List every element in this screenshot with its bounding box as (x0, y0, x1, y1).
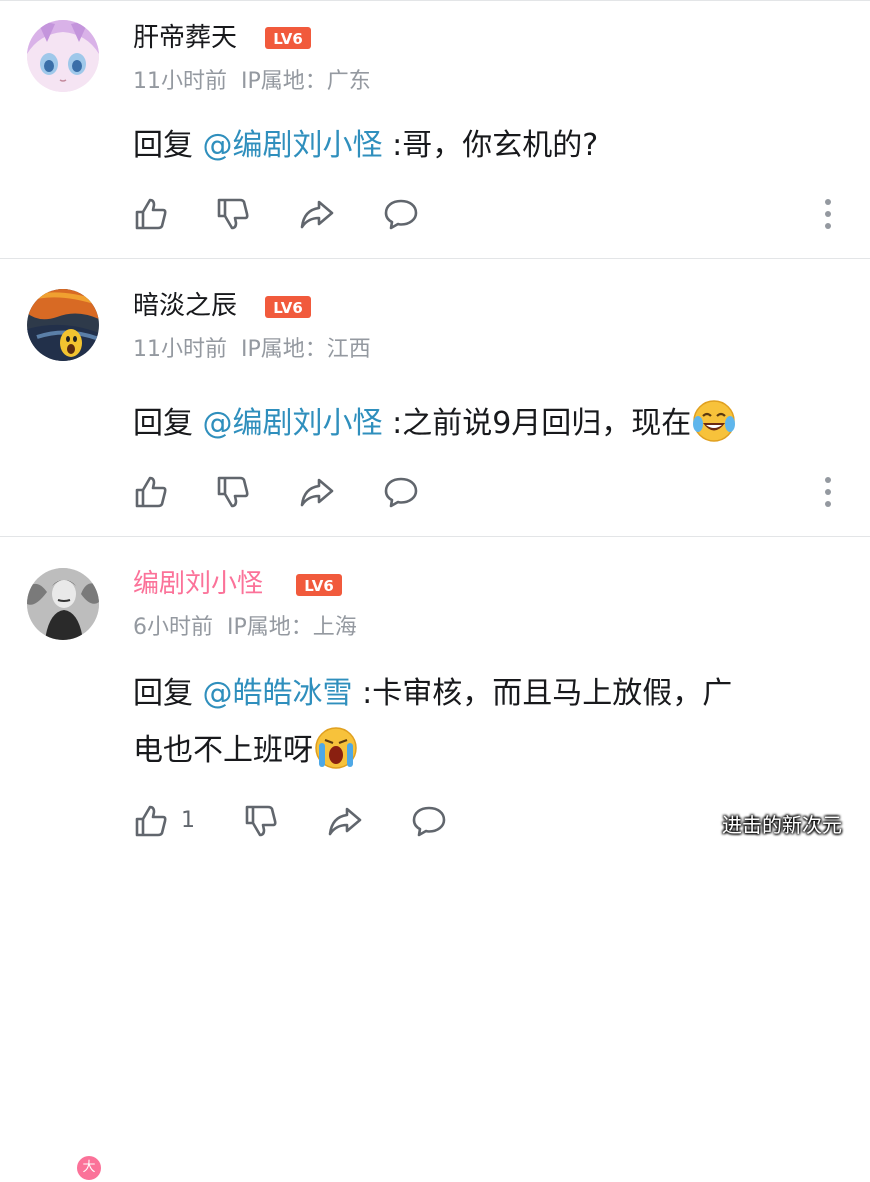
level-text: LV6 (304, 577, 334, 595)
mention-link[interactable]: @编剧刘小怪 (203, 128, 383, 163)
level-text: LV6 (273, 30, 303, 48)
level-badge: LV6 (296, 574, 342, 596)
comment-meta: 11小时前 IP属地：广东 (133, 68, 385, 96)
dislike-button[interactable] (215, 474, 251, 510)
action-bar (133, 474, 833, 510)
mention-link[interactable]: @皓皓冰雪 (203, 676, 353, 711)
reply-icon (412, 806, 446, 837)
like-icon (135, 805, 167, 837)
reply-prefix: 回复 (133, 676, 203, 711)
reply-icon (384, 477, 418, 508)
comment-body: :哥，你玄机的? (382, 128, 599, 163)
like-button[interactable] (133, 196, 169, 232)
share-button[interactable] (299, 196, 335, 232)
more-icon[interactable] (820, 196, 836, 232)
username[interactable]: 暗淡之辰 (133, 290, 237, 322)
laugh-cry-emoji (693, 399, 736, 442)
comment-text: 回复 @皓皓冰雪 :卡审核，而且马上放假，广 (133, 666, 732, 722)
ip-location: IP属地：广东 (241, 69, 371, 94)
comment-time: 6小时前 (133, 615, 213, 640)
dislike-icon (245, 805, 277, 837)
comment-body: :卡审核，而且马上放假，广 (352, 676, 733, 711)
dislike-button[interactable] (215, 196, 251, 232)
share-button[interactable] (299, 474, 335, 510)
dislike-icon (217, 476, 249, 508)
reply-prefix: 回复 (133, 128, 203, 163)
comment-text: 回复 @编剧刘小怪 :哥，你玄机的? (133, 118, 598, 174)
comment-time: 11小时前 (133, 337, 227, 362)
level-badge: LV6 (265, 27, 311, 49)
share-icon (328, 807, 362, 836)
dislike-icon (217, 198, 249, 230)
like-button[interactable] (133, 803, 169, 839)
like-button[interactable] (133, 474, 169, 510)
level-badge: LV6 (265, 296, 311, 318)
reply-prefix: 回复 (133, 406, 203, 441)
username[interactable]: 编剧刘小怪 (133, 568, 263, 600)
reply-button[interactable] (383, 196, 419, 232)
comment-item: 肝帝葬天 LV6 11小时前 IP属地：广东 回复 @编剧刘小怪 :哥，你玄机的? (0, 0, 870, 258)
level-text: LV6 (273, 299, 303, 317)
like-icon (135, 476, 167, 508)
ip-location: IP属地：上海 (227, 615, 357, 640)
comment-body-line2: 电也不上班呀 (133, 733, 313, 768)
share-button[interactable] (327, 803, 363, 839)
avatar[interactable] (27, 289, 99, 361)
more-icon[interactable] (820, 474, 836, 510)
comment-meta: 11小时前 IP属地：江西 (133, 336, 385, 364)
comment-item: 暗淡之辰 LV6 11小时前 IP属地：江西 回复 @编剧刘小怪 :之前说9月回归… (0, 259, 870, 536)
reply-button[interactable] (383, 474, 419, 510)
avatar[interactable] (27, 568, 99, 640)
comment-text: 回复 @编剧刘小怪 :之前说9月回归，现在 (133, 396, 737, 452)
comment-meta: 6小时前 IP属地：上海 (133, 614, 371, 642)
like-icon (135, 198, 167, 230)
mention-link[interactable]: @编剧刘小怪 (203, 406, 383, 441)
comment-item: 大 编剧刘小怪 LV6 6小时前 IP属地：上海 回复 @皓皓冰雪 :卡审核，而且… (0, 537, 870, 1182)
like-count: 1 (181, 808, 195, 833)
up-badge: 大 (75, 1154, 103, 1182)
comment-text-line2: 电也不上班呀 (133, 723, 359, 779)
ip-location: IP属地：江西 (241, 337, 371, 362)
action-bar (133, 196, 833, 232)
reply-button[interactable] (411, 803, 447, 839)
username[interactable]: 肝帝葬天 (133, 22, 237, 54)
action-bar: 1 (133, 803, 493, 839)
crying-emoji (315, 726, 357, 769)
reply-icon (384, 199, 418, 230)
dislike-button[interactable] (243, 803, 279, 839)
share-icon (300, 478, 334, 507)
comment-time: 11小时前 (133, 69, 227, 94)
avatar[interactable] (27, 20, 99, 92)
watermark: 进击的新次元 (722, 813, 842, 837)
comment-body: :之前说9月回归，现在 (382, 406, 692, 441)
share-icon (300, 200, 334, 229)
